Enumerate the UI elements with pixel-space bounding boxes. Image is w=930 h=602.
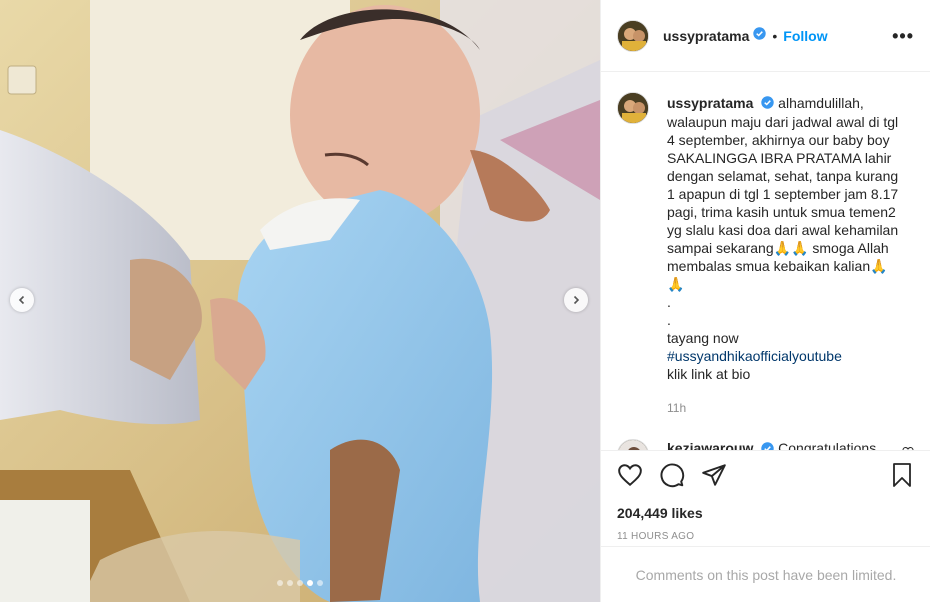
baby-photo-image bbox=[0, 0, 600, 602]
caption-line: membalas smua kebaikan kalian🙏 bbox=[667, 258, 888, 275]
avatar[interactable] bbox=[617, 92, 649, 124]
comment-author-username[interactable]: keziawarouw bbox=[667, 440, 753, 450]
likes-count[interactable]: 204,449 likes bbox=[617, 505, 914, 521]
action-icons-row bbox=[617, 451, 914, 503]
avatar[interactable] bbox=[617, 19, 649, 52]
carousel-dot bbox=[287, 580, 293, 586]
comment-body: keziawarouw Congratulations bbox=[667, 439, 876, 450]
avatar-image bbox=[618, 93, 648, 123]
caption-line: alhamdulillah, bbox=[778, 95, 864, 111]
caption-author-username[interactable]: ussypratama bbox=[667, 95, 753, 111]
post-header: ussypratama • Follow ••• bbox=[601, 0, 930, 72]
hashtag-link[interactable]: #ussyandhikaofficialyoutube bbox=[667, 348, 842, 364]
caption-line: tayang now bbox=[667, 330, 739, 347]
save-bookmark-icon[interactable] bbox=[890, 462, 914, 493]
carousel-dot bbox=[277, 580, 283, 586]
caption-line: yg slalu kasi doa dari awal kehamilan bbox=[667, 222, 899, 239]
caption-line: 4 september, akhirnya our baby boy bbox=[667, 132, 890, 149]
verified-badge-icon bbox=[761, 95, 774, 113]
previous-slide-button[interactable] bbox=[10, 288, 34, 312]
post-photo bbox=[0, 0, 600, 602]
post-side-panel: ussypratama • Follow ••• ussypratama alh… bbox=[600, 0, 930, 602]
caption-line: . bbox=[667, 312, 671, 329]
comment-text: Congratulations bbox=[778, 440, 877, 450]
caption-timestamp[interactable]: 11h bbox=[667, 399, 902, 417]
separator-bullet: • bbox=[772, 27, 778, 44]
avatar[interactable] bbox=[617, 439, 649, 450]
follow-button[interactable]: Follow bbox=[783, 28, 827, 44]
caption: ussypratama alhamdulillah, walaupun maju… bbox=[617, 92, 914, 417]
comment-bubble-icon[interactable] bbox=[659, 462, 685, 493]
comment-item: keziawarouw Congratulations bbox=[617, 439, 914, 450]
post-timestamp[interactable]: 11 HOURS AGO bbox=[617, 531, 914, 542]
caption-line: 🙏 bbox=[667, 276, 685, 293]
instagram-post-modal: ussypratama • Follow ••• ussypratama alh… bbox=[0, 0, 930, 602]
caption-line: walaupun maju dari jadwal awal di tgl bbox=[667, 114, 899, 131]
verified-badge-icon bbox=[761, 441, 774, 450]
more-options-button[interactable]: ••• bbox=[892, 27, 914, 45]
avatar-image bbox=[618, 440, 648, 450]
share-paper-plane-icon[interactable] bbox=[701, 462, 727, 493]
like-heart-icon[interactable] bbox=[617, 462, 643, 493]
avatar-image bbox=[618, 20, 648, 51]
caption-body: ussypratama alhamdulillah, walaupun maju… bbox=[667, 94, 902, 417]
carousel-indicator bbox=[0, 580, 600, 586]
caption-line: pagi, trima kasih untuk smua temen2 bbox=[667, 204, 896, 221]
next-slide-button[interactable] bbox=[564, 288, 588, 312]
chevron-left-icon bbox=[18, 295, 25, 305]
comments-section: ussypratama alhamdulillah, walaupun maju… bbox=[601, 72, 930, 450]
comments-limited-notice: Comments on this post have been limited. bbox=[601, 546, 930, 602]
post-author-username[interactable]: ussypratama bbox=[663, 28, 749, 44]
caption-line: klik link at bio bbox=[667, 366, 751, 383]
carousel-dot bbox=[297, 580, 303, 586]
carousel-dot bbox=[317, 580, 323, 586]
carousel-dot-active bbox=[307, 580, 313, 586]
caption-line: dengan selamat, sehat, tanpa kurang bbox=[667, 168, 899, 185]
caption-line: . bbox=[667, 294, 671, 311]
caption-line: sampai sekarang🙏🙏 smoga Allah bbox=[667, 240, 889, 257]
caption-line: SAKALINGGA IBRA PRATAMA lahir bbox=[667, 150, 892, 167]
verified-badge-icon bbox=[753, 26, 767, 45]
caption-line: 1 apapun di tgl 1 september jam 8.17 bbox=[667, 186, 899, 203]
chevron-right-icon bbox=[573, 295, 580, 305]
